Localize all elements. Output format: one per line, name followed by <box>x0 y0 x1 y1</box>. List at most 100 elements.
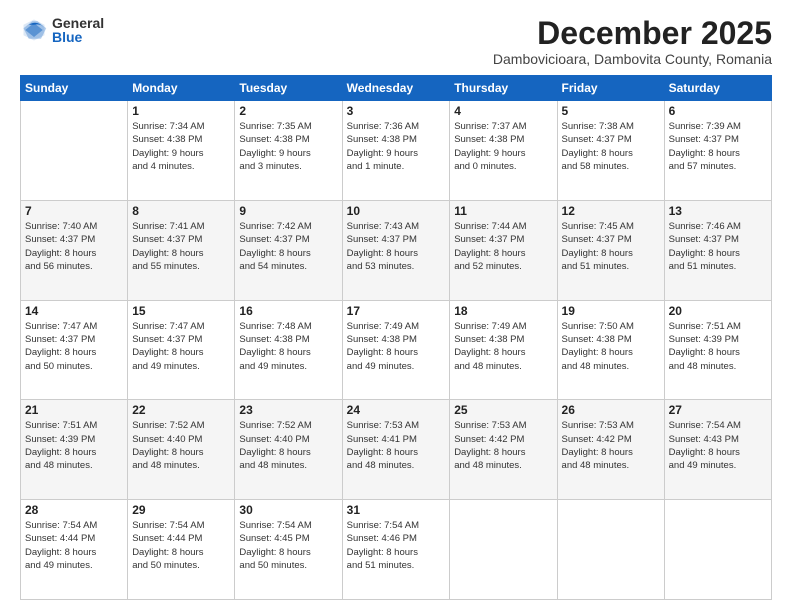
calendar-cell: 9 Sunrise: 7:42 AM Sunset: 4:37 PM Daylig… <box>235 200 342 300</box>
calendar-cell: 26 Sunrise: 7:53 AM Sunset: 4:42 PM Dayli… <box>557 400 664 500</box>
day-number: 13 <box>669 204 767 218</box>
header-row: SundayMondayTuesdayWednesdayThursdayFrid… <box>21 76 772 101</box>
day-header-monday: Monday <box>128 76 235 101</box>
week-row-3: 14 Sunrise: 7:47 AM Sunset: 4:37 PM Dayli… <box>21 300 772 400</box>
title-block: December 2025 Dambovicioara, Dambovita C… <box>493 16 772 67</box>
calendar-cell <box>664 500 771 600</box>
calendar-cell: 8 Sunrise: 7:41 AM Sunset: 4:37 PM Daylig… <box>128 200 235 300</box>
day-number: 14 <box>25 304 123 318</box>
calendar-cell: 31 Sunrise: 7:54 AM Sunset: 4:46 PM Dayli… <box>342 500 450 600</box>
calendar-cell: 6 Sunrise: 7:39 AM Sunset: 4:37 PM Daylig… <box>664 101 771 201</box>
day-number: 4 <box>454 104 552 118</box>
calendar-cell: 27Sunrise: 7:54 AM Sunset: 4:43 PM Dayli… <box>664 400 771 500</box>
calendar-cell: 23 Sunrise: 7:52 AM Sunset: 4:40 PM Dayli… <box>235 400 342 500</box>
calendar-cell: 17Sunrise: 7:49 AM Sunset: 4:38 PM Dayli… <box>342 300 450 400</box>
calendar-cell: 21 Sunrise: 7:51 AM Sunset: 4:39 PM Dayli… <box>21 400 128 500</box>
calendar-cell: 16Sunrise: 7:48 AM Sunset: 4:38 PM Dayli… <box>235 300 342 400</box>
calendar-cell: 19 Sunrise: 7:50 AM Sunset: 4:38 PM Dayli… <box>557 300 664 400</box>
day-info: Sunrise: 7:53 AM Sunset: 4:42 PM Dayligh… <box>562 419 660 472</box>
day-number: 18 <box>454 304 552 318</box>
calendar-cell: 15 Sunrise: 7:47 AM Sunset: 4:37 PM Dayli… <box>128 300 235 400</box>
calendar-cell: 7 Sunrise: 7:40 AM Sunset: 4:37 PM Daylig… <box>21 200 128 300</box>
logo-icon <box>20 16 48 44</box>
day-info: Sunrise: 7:54 AM Sunset: 4:44 PM Dayligh… <box>132 519 230 572</box>
day-header-thursday: Thursday <box>450 76 557 101</box>
day-info: Sunrise: 7:40 AM Sunset: 4:37 PM Dayligh… <box>25 220 123 273</box>
day-info: Sunrise: 7:54 AM Sunset: 4:43 PM Dayligh… <box>669 419 767 472</box>
calendar-cell: 1 Sunrise: 7:34 AM Sunset: 4:38 PM Daylig… <box>128 101 235 201</box>
day-info: Sunrise: 7:38 AM Sunset: 4:37 PM Dayligh… <box>562 120 660 173</box>
day-info: Sunrise: 7:47 AM Sunset: 4:37 PM Dayligh… <box>25 320 123 373</box>
day-header-wednesday: Wednesday <box>342 76 450 101</box>
day-info: Sunrise: 7:37 AM Sunset: 4:38 PM Dayligh… <box>454 120 552 173</box>
day-number: 23 <box>239 403 337 417</box>
calendar-cell: 14 Sunrise: 7:47 AM Sunset: 4:37 PM Dayli… <box>21 300 128 400</box>
day-info: Sunrise: 7:41 AM Sunset: 4:37 PM Dayligh… <box>132 220 230 273</box>
header: General Blue December 2025 Dambovicioara… <box>20 16 772 67</box>
day-number: 6 <box>669 104 767 118</box>
calendar-cell: 29Sunrise: 7:54 AM Sunset: 4:44 PM Dayli… <box>128 500 235 600</box>
day-header-tuesday: Tuesday <box>235 76 342 101</box>
day-number: 31 <box>347 503 446 517</box>
day-number: 5 <box>562 104 660 118</box>
day-number: 9 <box>239 204 337 218</box>
day-number: 16 <box>239 304 337 318</box>
calendar-cell: 10 Sunrise: 7:43 AM Sunset: 4:37 PM Dayli… <box>342 200 450 300</box>
calendar-cell: 4 Sunrise: 7:37 AM Sunset: 4:38 PM Daylig… <box>450 101 557 201</box>
day-number: 24 <box>347 403 446 417</box>
day-number: 17 <box>347 304 446 318</box>
calendar-cell: 18Sunrise: 7:49 AM Sunset: 4:38 PM Dayli… <box>450 300 557 400</box>
day-info: Sunrise: 7:54 AM Sunset: 4:46 PM Dayligh… <box>347 519 446 572</box>
day-info: Sunrise: 7:46 AM Sunset: 4:37 PM Dayligh… <box>669 220 767 273</box>
day-info: Sunrise: 7:50 AM Sunset: 4:38 PM Dayligh… <box>562 320 660 373</box>
day-info: Sunrise: 7:52 AM Sunset: 4:40 PM Dayligh… <box>132 419 230 472</box>
calendar-cell: 2 Sunrise: 7:35 AM Sunset: 4:38 PM Daylig… <box>235 101 342 201</box>
day-number: 15 <box>132 304 230 318</box>
logo-blue: Blue <box>52 30 104 44</box>
day-info: Sunrise: 7:35 AM Sunset: 4:38 PM Dayligh… <box>239 120 337 173</box>
logo: General Blue <box>20 16 104 44</box>
calendar-cell: 25Sunrise: 7:53 AM Sunset: 4:42 PM Dayli… <box>450 400 557 500</box>
day-info: Sunrise: 7:45 AM Sunset: 4:37 PM Dayligh… <box>562 220 660 273</box>
day-number: 2 <box>239 104 337 118</box>
day-number: 8 <box>132 204 230 218</box>
day-info: Sunrise: 7:42 AM Sunset: 4:37 PM Dayligh… <box>239 220 337 273</box>
day-info: Sunrise: 7:51 AM Sunset: 4:39 PM Dayligh… <box>669 320 767 373</box>
calendar-cell: 30 Sunrise: 7:54 AM Sunset: 4:45 PM Dayli… <box>235 500 342 600</box>
logo-text: General Blue <box>52 16 104 44</box>
day-number: 19 <box>562 304 660 318</box>
day-info: Sunrise: 7:52 AM Sunset: 4:40 PM Dayligh… <box>239 419 337 472</box>
day-info: Sunrise: 7:43 AM Sunset: 4:37 PM Dayligh… <box>347 220 446 273</box>
logo-general: General <box>52 16 104 30</box>
calendar-cell: 11 Sunrise: 7:44 AM Sunset: 4:37 PM Dayli… <box>450 200 557 300</box>
calendar-cell <box>450 500 557 600</box>
day-info: Sunrise: 7:53 AM Sunset: 4:41 PM Dayligh… <box>347 419 446 472</box>
day-info: Sunrise: 7:44 AM Sunset: 4:37 PM Dayligh… <box>454 220 552 273</box>
day-info: Sunrise: 7:54 AM Sunset: 4:45 PM Dayligh… <box>239 519 337 572</box>
day-number: 20 <box>669 304 767 318</box>
calendar-table: SundayMondayTuesdayWednesdayThursdayFrid… <box>20 75 772 600</box>
day-header-sunday: Sunday <box>21 76 128 101</box>
day-number: 25 <box>454 403 552 417</box>
week-row-1: 1 Sunrise: 7:34 AM Sunset: 4:38 PM Daylig… <box>21 101 772 201</box>
week-row-2: 7 Sunrise: 7:40 AM Sunset: 4:37 PM Daylig… <box>21 200 772 300</box>
day-info: Sunrise: 7:34 AM Sunset: 4:38 PM Dayligh… <box>132 120 230 173</box>
day-number: 26 <box>562 403 660 417</box>
day-number: 30 <box>239 503 337 517</box>
day-header-friday: Friday <box>557 76 664 101</box>
day-number: 12 <box>562 204 660 218</box>
day-number: 10 <box>347 204 446 218</box>
day-number: 3 <box>347 104 446 118</box>
day-info: Sunrise: 7:47 AM Sunset: 4:37 PM Dayligh… <box>132 320 230 373</box>
day-number: 22 <box>132 403 230 417</box>
day-header-saturday: Saturday <box>664 76 771 101</box>
calendar-cell <box>557 500 664 600</box>
day-number: 21 <box>25 403 123 417</box>
day-info: Sunrise: 7:39 AM Sunset: 4:37 PM Dayligh… <box>669 120 767 173</box>
day-info: Sunrise: 7:36 AM Sunset: 4:38 PM Dayligh… <box>347 120 446 173</box>
day-number: 11 <box>454 204 552 218</box>
day-number: 1 <box>132 104 230 118</box>
day-info: Sunrise: 7:54 AM Sunset: 4:44 PM Dayligh… <box>25 519 123 572</box>
day-number: 7 <box>25 204 123 218</box>
day-info: Sunrise: 7:51 AM Sunset: 4:39 PM Dayligh… <box>25 419 123 472</box>
